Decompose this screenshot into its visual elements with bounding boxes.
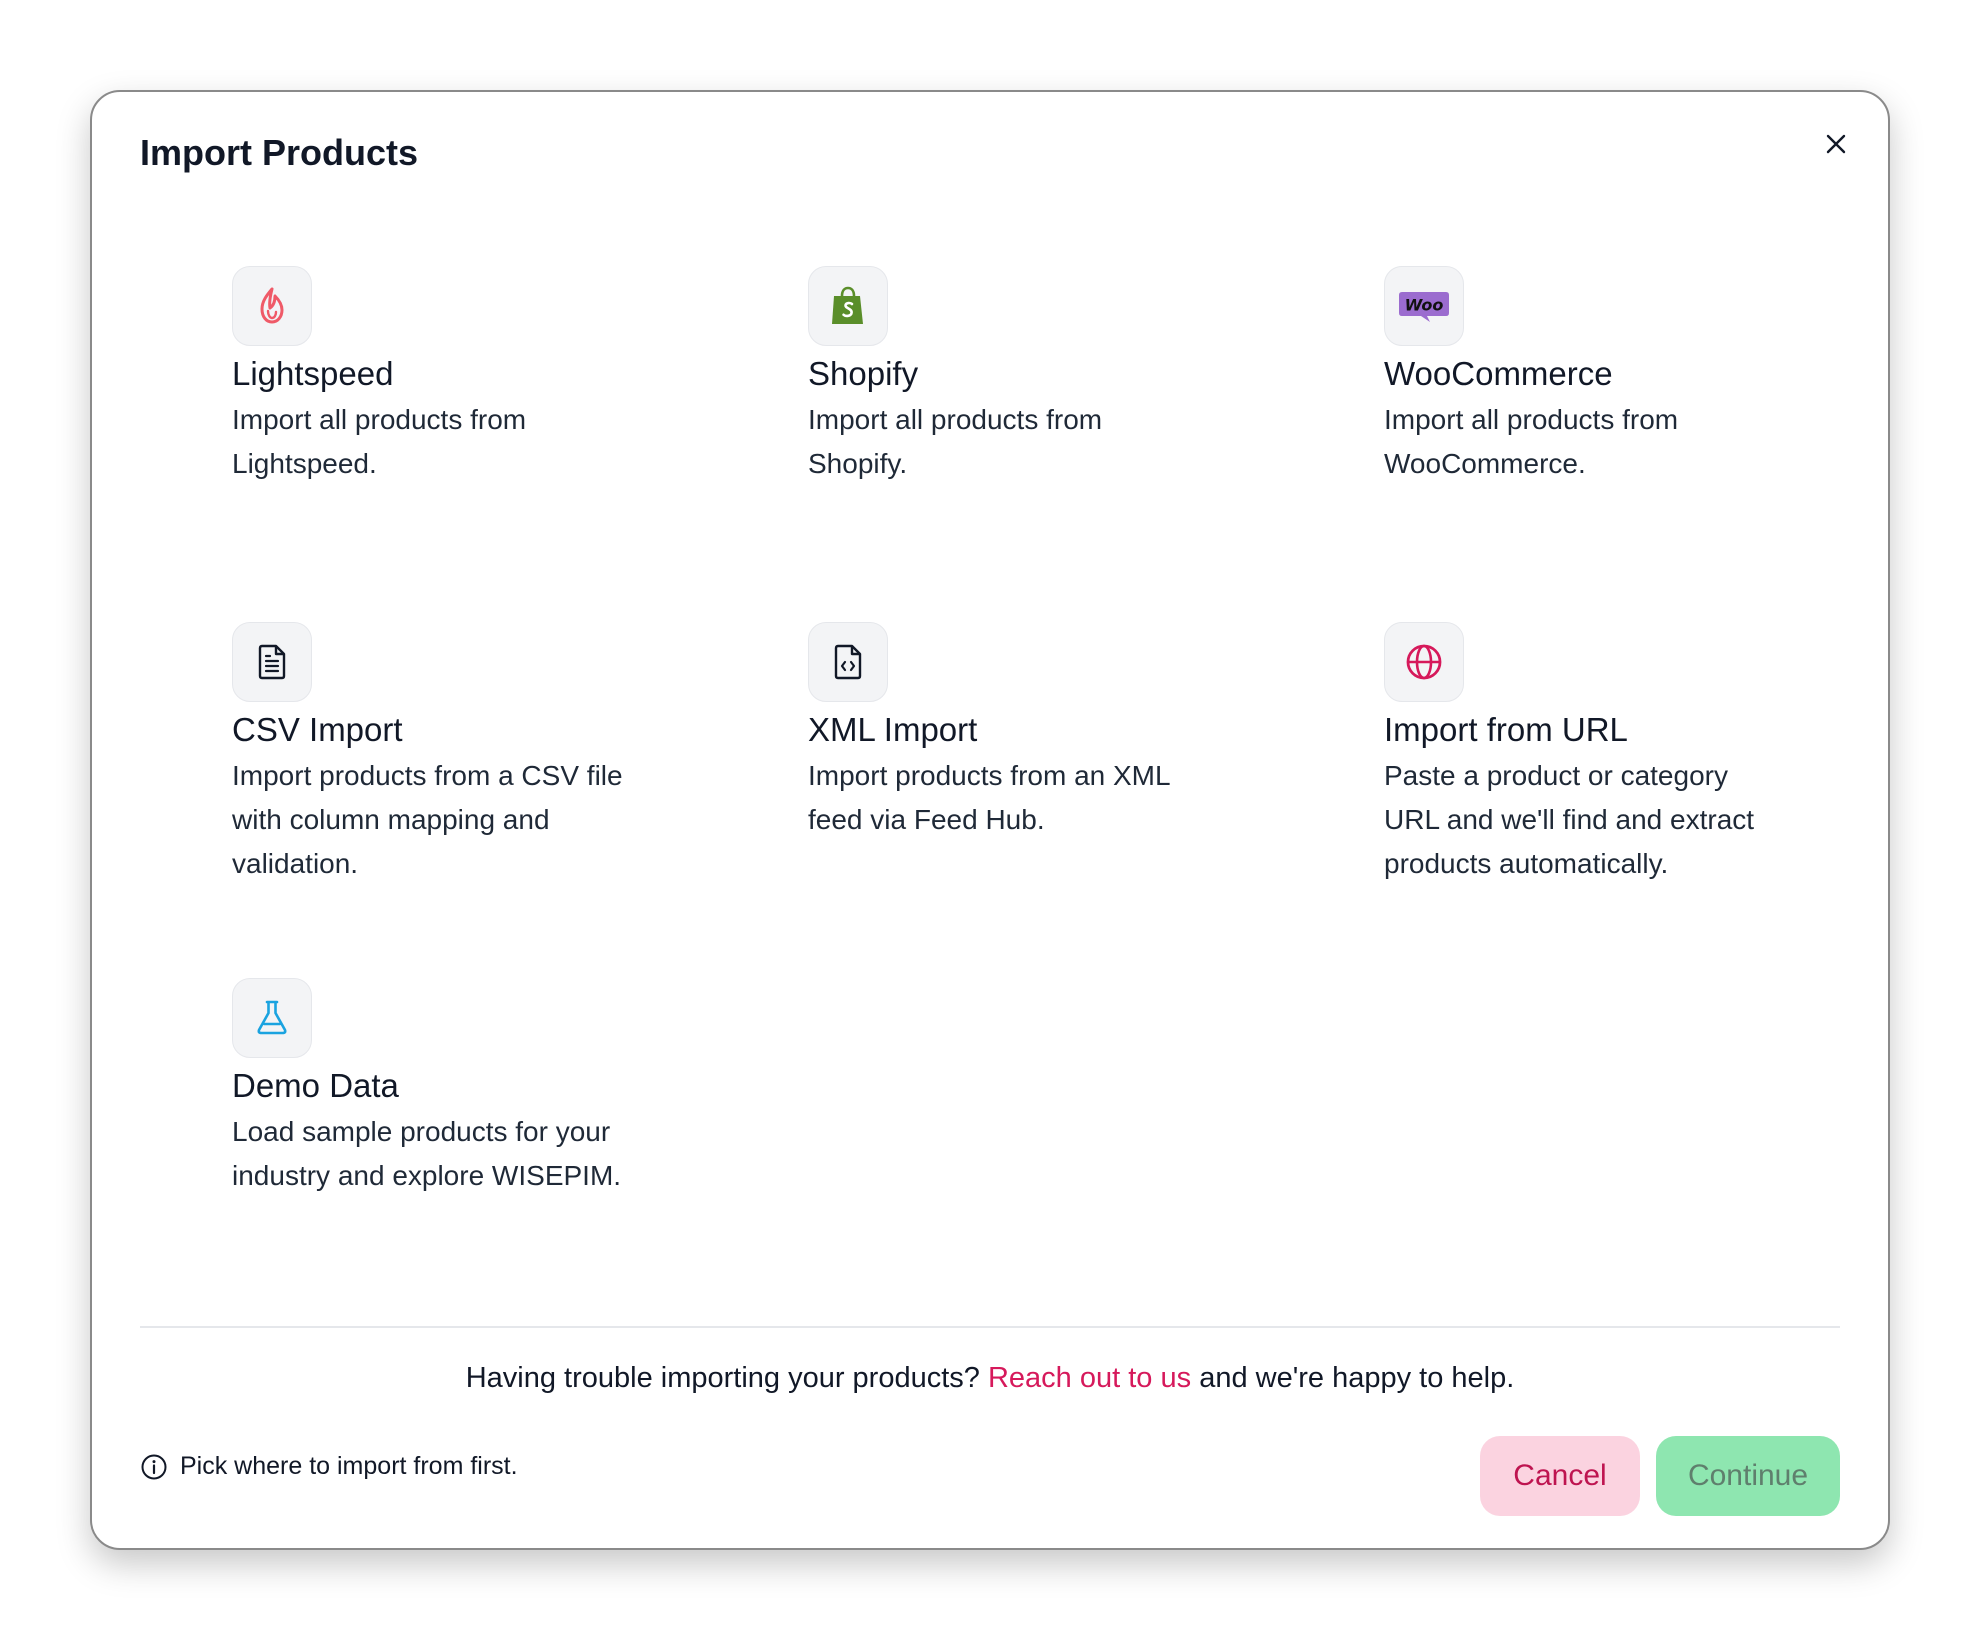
source-card-csv-import[interactable]: CSV Import Import products from a CSV fi…	[232, 622, 732, 886]
file-code-icon	[834, 644, 862, 680]
source-title: Import from URL	[1384, 711, 1628, 748]
source-icon-box	[232, 622, 312, 702]
help-message: Having trouble importing your products? …	[465, 1362, 1515, 1394]
dialog-title: Import Products	[140, 132, 419, 173]
source-card-xml-import[interactable]: XML Import Import products from an XML f…	[808, 622, 1308, 842]
reach-out-link[interactable]: Reach out to us	[988, 1362, 1191, 1394]
source-title: WooCommerce	[1384, 355, 1613, 392]
svg-text:Woo: Woo	[1405, 296, 1444, 315]
source-card-shopify[interactable]: Shopify Import all products from Shopify…	[808, 266, 1308, 486]
source-card-lightspeed[interactable]: Lightspeed Import all products from Ligh…	[232, 266, 732, 486]
selection-hint: Pick where to import from first.	[140, 1452, 518, 1481]
source-description: Import all products from WooCommerce.	[1384, 404, 1679, 479]
footer-divider	[140, 1326, 1840, 1328]
source-description: Import all products from Lightspeed.	[232, 404, 527, 479]
import-source-grid: Lightspeed Import all products from Ligh…	[232, 266, 1832, 1286]
source-title: Demo Data	[232, 1067, 399, 1104]
source-card-woocommerce[interactable]: Woo WooCommerce Import all products from…	[1384, 266, 1884, 486]
continue-button[interactable]: Continue	[1656, 1436, 1840, 1516]
shopify-bag-icon	[832, 286, 863, 324]
source-card-demo-data[interactable]: Demo Data Load sample products for your …	[232, 978, 732, 1198]
source-description: Import products from a CSV file with col…	[232, 760, 623, 879]
source-icon-box	[1384, 622, 1464, 702]
hint-text: Pick where to import from first.	[180, 1452, 518, 1480]
import-products-dialog: Import Products Lightspeed Import all pr…	[90, 90, 1890, 1550]
source-title: XML Import	[808, 711, 978, 748]
source-card-import-from-url[interactable]: Import from URL Paste a product or categ…	[1384, 622, 1884, 886]
info-icon	[141, 1454, 167, 1479]
source-description: Load sample products for your industry a…	[232, 1116, 622, 1191]
woo-logo-icon: Woo	[1399, 292, 1449, 322]
source-icon-box: Woo	[1384, 266, 1464, 346]
source-description: Paste a product or category URL and we'l…	[1384, 760, 1755, 879]
source-icon-box	[232, 266, 312, 346]
close-button[interactable]	[1812, 120, 1860, 168]
source-title: Lightspeed	[232, 355, 394, 392]
flask-icon	[257, 1000, 287, 1035]
source-description: Import all products from Shopify.	[808, 404, 1103, 479]
source-icon-box	[808, 622, 888, 702]
lightspeed-flame-icon	[260, 287, 284, 324]
close-icon	[1826, 134, 1846, 154]
source-description: Import products from an XML feed via Fee…	[808, 760, 1171, 835]
source-title: Shopify	[808, 355, 919, 392]
cancel-button[interactable]: Cancel	[1480, 1436, 1640, 1516]
source-icon-box	[232, 978, 312, 1058]
globe-icon	[1406, 644, 1442, 680]
source-title: CSV Import	[232, 711, 403, 748]
source-icon-box	[808, 266, 888, 346]
file-text-icon	[258, 644, 286, 680]
